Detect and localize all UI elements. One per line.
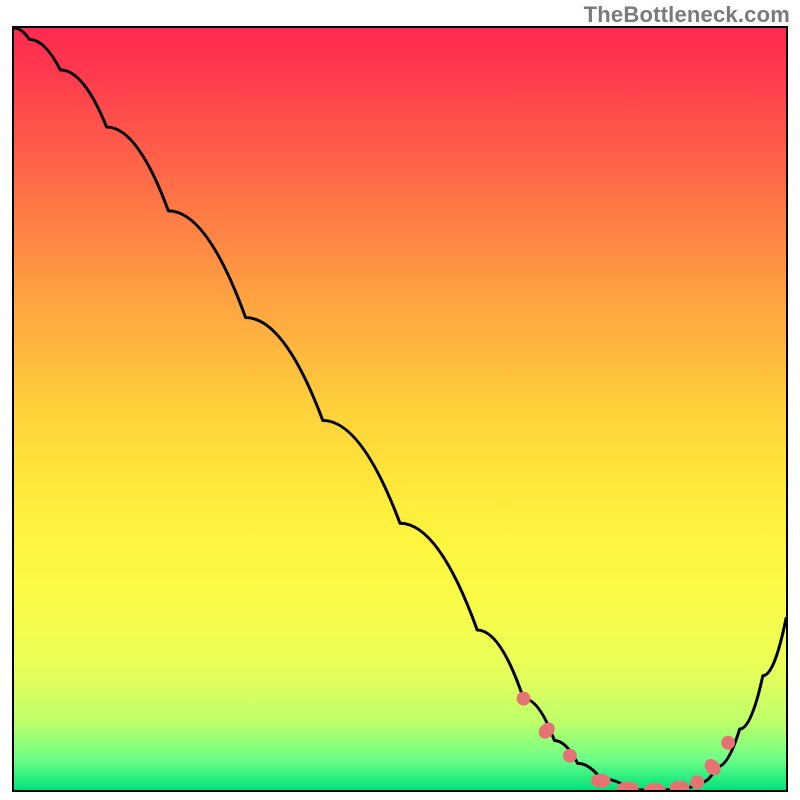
curve-marker	[563, 749, 577, 763]
curve-marker	[690, 775, 704, 789]
curve-marker	[591, 774, 611, 788]
chart-svg	[14, 28, 786, 790]
curve-marker	[644, 783, 666, 792]
plot-area	[12, 26, 788, 792]
curve-marker	[517, 692, 531, 706]
marker-group	[517, 692, 736, 792]
watermark-text: TheBottleneck.com	[584, 2, 790, 28]
curve-marker	[721, 736, 735, 750]
curve-marker	[670, 781, 690, 792]
main-curve	[14, 28, 786, 790]
